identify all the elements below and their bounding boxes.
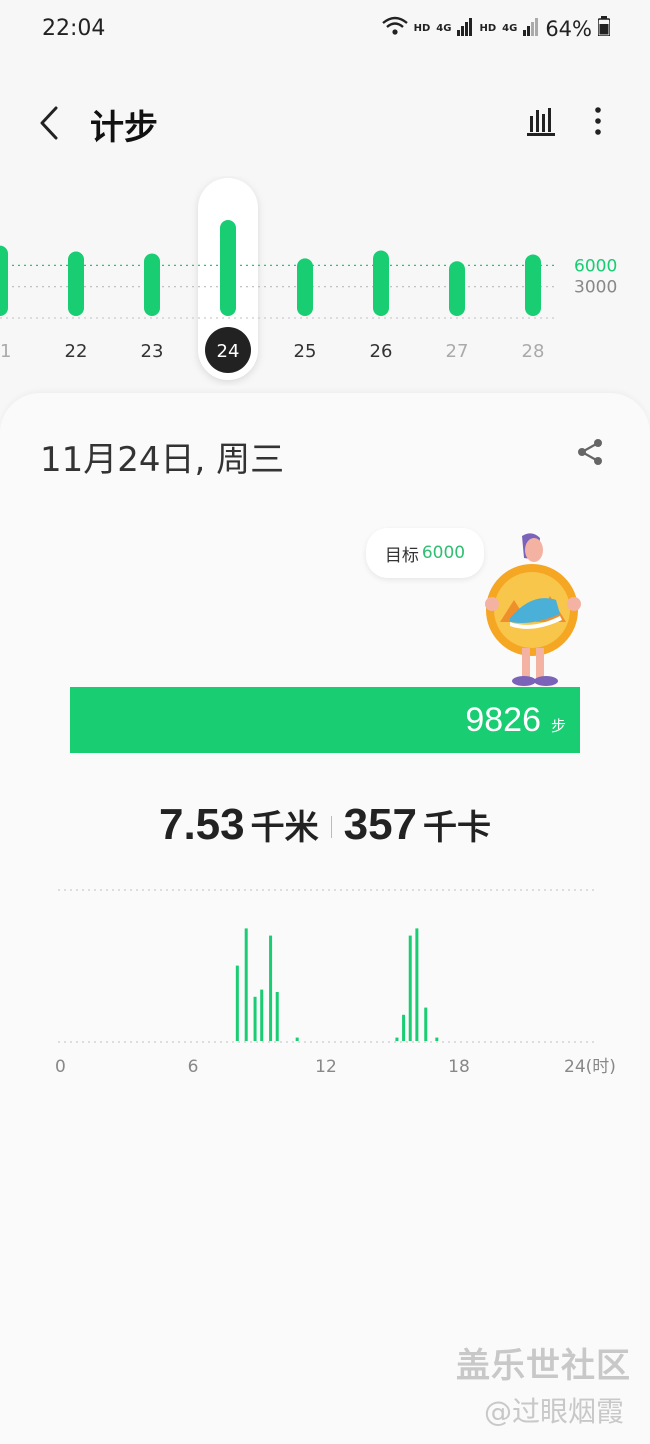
week-bar-21[interactable] <box>0 245 8 316</box>
goal-bubble: 目标 6000 <box>366 528 484 578</box>
week-bar-24[interactable] <box>220 220 236 316</box>
hourly-bar <box>275 992 279 1041</box>
week-day-label-26[interactable]: 26 <box>370 341 393 362</box>
status-indicators: HD 4G HD 4G 64% <box>381 16 611 41</box>
hourly-tick-label: 24(时) <box>564 1057 616 1077</box>
week-bar-26[interactable] <box>373 250 389 316</box>
week-day-label-24[interactable]: 24 <box>217 341 240 362</box>
hourly-tick-label: 12 <box>315 1057 337 1077</box>
secondary-line-label: 3000 <box>574 278 617 298</box>
page-title: 计步 <box>90 108 158 148</box>
hourly-bar <box>395 1037 399 1041</box>
hourly-bar <box>260 989 264 1041</box>
hourly-tick-label: 0 <box>55 1057 66 1077</box>
distance-value: 7.53 <box>158 800 245 849</box>
chevron-left-icon <box>40 106 58 140</box>
network-4g-label: 4G <box>436 23 452 34</box>
week-day-label-25[interactable]: 25 <box>294 341 317 362</box>
goal-prefix: 目标 <box>384 545 419 566</box>
hourly-bar <box>408 935 412 1041</box>
share-button[interactable] <box>574 436 606 468</box>
hourly-bar <box>295 1037 299 1041</box>
hourly-bar <box>235 965 239 1041</box>
watermark-author: @过眼烟霞 <box>484 1395 625 1428</box>
steps-progress-bar: 9826 步 <box>70 687 580 753</box>
week-bar-22[interactable] <box>68 251 84 316</box>
battery-level: 64% <box>545 16 592 41</box>
hourly-bar <box>415 928 419 1041</box>
goal-value: 6000 <box>421 543 466 563</box>
calories-value: 357 <box>343 800 418 849</box>
hourly-bar <box>435 1037 439 1041</box>
watermark-community: 盖乐世社区 <box>456 1346 631 1386</box>
steps-unit: 步 <box>550 716 566 735</box>
week-day-label-22[interactable]: 22 <box>65 341 88 362</box>
week-bar-25[interactable] <box>297 258 313 316</box>
hourly-steps-chart: 0 6 12 18 24(时) <box>55 889 616 1077</box>
back-button[interactable] <box>38 104 72 144</box>
wifi-icon <box>381 16 408 41</box>
share-icon <box>578 439 602 465</box>
more-options-button[interactable] <box>586 106 610 136</box>
more-vertical-icon <box>595 107 601 135</box>
activity-summary: 7.53 千米 357 千卡 <box>0 800 650 850</box>
trends-button[interactable] <box>525 106 557 136</box>
mascot-illustration <box>485 533 581 686</box>
signal-icon-2 <box>523 17 539 41</box>
steps-count: 9826 <box>465 700 541 739</box>
hourly-bar <box>424 1007 428 1041</box>
selected-date: 11月24日, 周三 <box>40 440 285 480</box>
hourly-bar <box>244 928 248 1041</box>
distance-unit: 千米 <box>250 808 319 848</box>
summary-divider <box>330 816 332 839</box>
hourly-bar <box>253 996 257 1041</box>
network-hd-label-2: HD <box>479 23 497 34</box>
signal-icon <box>457 17 473 41</box>
network-4g-label-2: 4G <box>502 23 518 34</box>
week-day-label-27[interactable]: 27 <box>446 341 469 362</box>
hourly-bar <box>402 1014 406 1041</box>
weekly-steps-chart[interactable]: 60003000 21 22 23 24 25 26 27 28 <box>0 176 650 386</box>
week-bar-23[interactable] <box>144 253 160 316</box>
network-hd-label: HD <box>413 23 431 34</box>
calories-unit: 千卡 <box>423 808 492 848</box>
week-day-label-21[interactable]: 21 <box>0 341 11 362</box>
hourly-bar <box>269 935 273 1041</box>
week-day-label-28[interactable]: 28 <box>522 341 545 362</box>
goal-line-label: 6000 <box>574 256 617 276</box>
bar-chart-icon <box>527 108 555 136</box>
battery-icon <box>597 16 611 41</box>
hourly-tick-label: 6 <box>188 1057 199 1077</box>
week-day-label-23[interactable]: 23 <box>141 341 164 362</box>
week-bar-27[interactable] <box>449 261 465 316</box>
week-bar-28[interactable] <box>525 254 541 316</box>
hourly-tick-label: 18 <box>448 1057 470 1077</box>
status-time: 22:04 <box>42 16 106 41</box>
